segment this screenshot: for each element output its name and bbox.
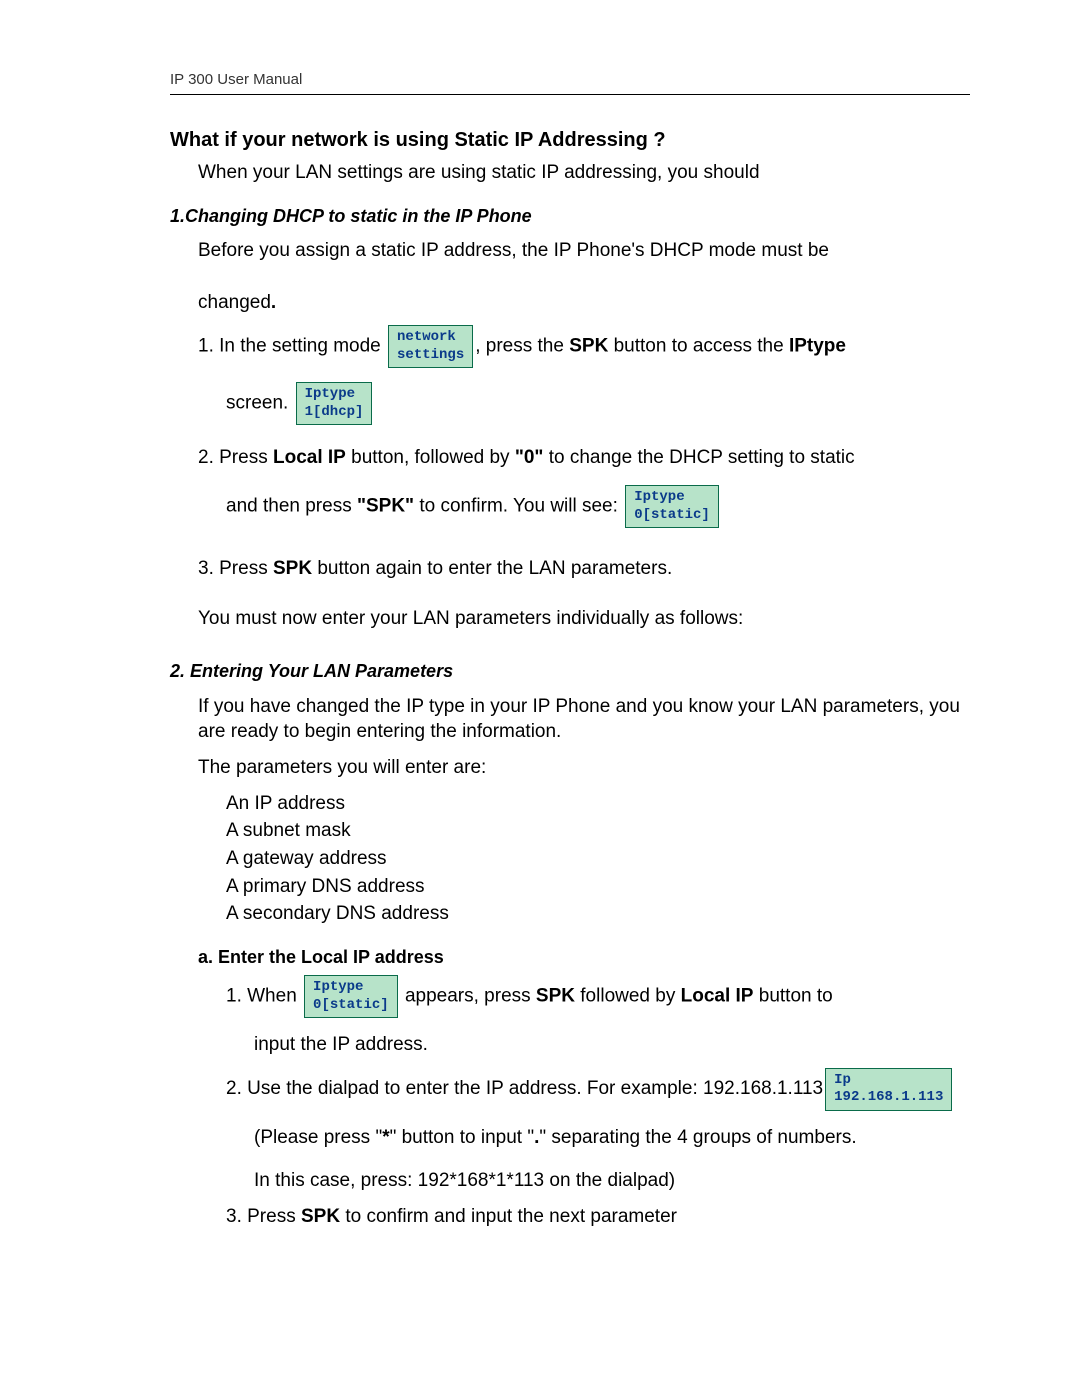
param-item: A subnet mask [226,818,970,844]
s2a-step1: 1. When Iptype 0[static] appears, press … [226,975,970,1018]
param-item: An IP address [226,791,970,817]
s2a-1b: appears, press [400,986,536,1007]
params-list: An IP address A subnet mask A gateway ad… [226,791,970,927]
zero-label: "0" [515,447,544,468]
s1-step-1: 1. In the setting mode network settings,… [198,325,970,368]
star-char: * [382,1127,389,1148]
s2a-2b-mid: " button to input " [390,1127,534,1148]
intro-text: When your LAN settings are using static … [198,160,970,186]
s2a-2b-left: (Please press " [254,1127,382,1148]
lcd-iptype-static-2: Iptype 0[static] [304,975,398,1018]
spk-quoted: "SPK" [357,496,414,517]
spk-label-3: SPK [536,986,575,1007]
local-ip-label: Local IP [273,447,346,468]
subsection-1-title: 1.Changing DHCP to static in the IP Phon… [170,204,970,228]
document-page: IP 300 User Manual What if your network … [0,0,1080,1397]
s2a-1c: followed by [575,986,681,1007]
s2a-1e: input the IP address. [254,1032,970,1058]
local-ip-label-2: Local IP [681,986,754,1007]
subsection-2-body: If you have changed the IP type in your … [198,694,970,781]
s2a-3-pre: 3. Press [226,1206,301,1227]
param-item: A gateway address [226,846,970,872]
s2a-1a: 1. When [226,986,297,1007]
s2-p2: The parameters you will enter are: [198,755,970,781]
s1-paragraph-b: changed. [198,290,970,316]
section-title: What if your network is using Static IP … [170,127,970,154]
s1-paragraph-a: Before you assign a static IP address, t… [198,238,970,264]
s1-step3-a: 3. Press [198,558,273,579]
s1-step3-b: button again to enter the LAN parameters… [312,558,672,579]
s1-step2-d: and then press [226,496,357,517]
s2a-1d: button to [753,986,832,1007]
s1-step2-a: 2. Press [198,447,273,468]
s1-outro: You must now enter your LAN parameters i… [198,606,970,632]
subsection-2a-body: 1. When Iptype 0[static] appears, press … [226,975,970,1230]
screen-word: screen. [226,393,288,414]
param-item: A primary DNS address [226,874,970,900]
s1-step-2: 2. Press Local IP button, followed by "0… [198,445,970,471]
s1-step-3: 3. Press SPK button again to enter the L… [198,556,970,582]
spk-label-2: SPK [273,558,312,579]
s2a-2b: (Please press "*" button to input "." se… [254,1125,970,1151]
s2a-2c: In this case, press: 192*168*1*113 on th… [254,1168,970,1194]
s1-step2-b: button, followed by [346,447,515,468]
s2-p1: If you have changed the IP type in your … [198,694,970,745]
s2a-step3: 3. Press SPK to confirm and input the ne… [226,1204,970,1230]
param-item: A secondary DNS address [226,901,970,927]
page-header: IP 300 User Manual [170,70,970,95]
lcd-iptype-dhcp: Iptype 1[dhcp] [296,382,373,425]
s2a-step2: 2. Use the dialpad to enter the IP addre… [226,1068,970,1111]
s1-step1-screen-line: screen. Iptype 1[dhcp] [226,382,970,425]
subsection-2a-title: a. Enter the Local IP address [198,945,970,969]
s1-step1-pre: 1. In the setting mode [198,336,381,357]
lcd-network-settings: network settings [388,325,473,368]
s1-step1-mid2: button to access the [608,336,789,357]
s1-step2-c: to change the DHCP setting to static [543,447,854,468]
s1-step1-mid: , press the [475,336,569,357]
changed-word: changed [198,292,271,313]
s1-step2-confirm: and then press "SPK" to confirm. You wil… [226,485,970,528]
s1-step2-e: to confirm. You will see: [414,496,618,517]
subsection-2-title: 2. Entering Your LAN Parameters [170,659,970,683]
iptype-word: IPtype [789,336,846,357]
s2a-2b-right: " separating the 4 groups of numbers. [539,1127,856,1148]
spk-label: SPK [569,336,608,357]
lcd-iptype-static: Iptype 0[static] [625,485,719,528]
s2a-2a: 2. Use the dialpad to enter the IP addre… [226,1076,823,1102]
subsection-1-body: Before you assign a static IP address, t… [198,238,970,582]
lcd-ip-address: Ip 192.168.1.113 [825,1068,952,1111]
s2a-3-post: to confirm and input the next parameter [340,1206,677,1227]
spk-label-4: SPK [301,1206,340,1227]
